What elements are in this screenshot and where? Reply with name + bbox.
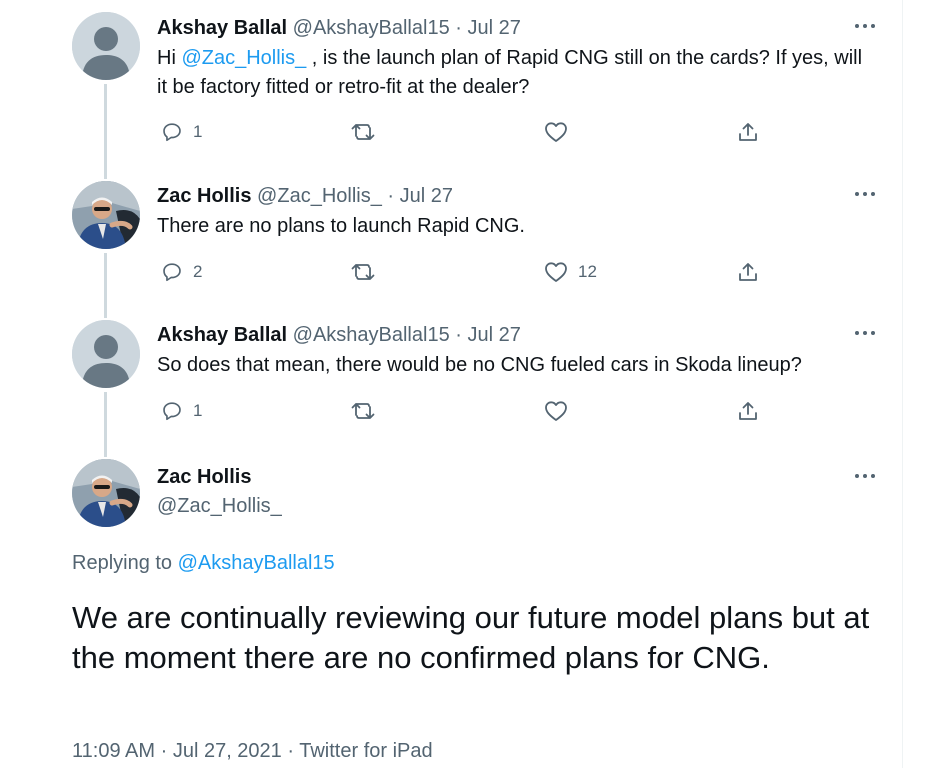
tweet-text: There are no plans to launch Rapid CNG. [157,215,525,237]
heart-icon [544,400,568,422]
more-horizontal-icon[interactable] [852,16,878,36]
avatar[interactable] [72,181,140,249]
mention-link[interactable]: @Zac_Hollis_ [181,47,306,69]
tweet-header: Zac Hollis @Zac_Hollis_ · Jul 27 [157,184,453,208]
tweet-header: Zac Hollis @Zac_Hollis_ [157,465,282,518]
author-name[interactable]: Akshay Ballal [157,324,287,346]
heart-icon [544,121,568,143]
reply-bubble-icon [161,121,183,143]
like-count: 12 [578,262,597,281]
tweet-actions: 1 [157,396,777,426]
tweet-text: We are continually reviewing our future … [72,600,870,675]
tweet-thread: Akshay Ballal @AkshayBallal15 · Jul 27 H… [0,0,945,768]
separator-dot: · [455,324,462,346]
retweet-icon [351,261,375,283]
tweet-date[interactable]: Jul 27, 2021 [173,740,282,762]
replying-to-label: Replying to [72,552,178,574]
mention-link[interactable]: @AkshayBallal15 [178,552,335,574]
tweet-metadata: 11:09 AM · Jul 27, 2021 · Twitter for iP… [72,740,433,763]
author-handle[interactable]: @Zac_Hollis_ [257,185,382,207]
share-button[interactable] [737,396,759,426]
separator-dot: · [160,740,168,762]
retweet-icon [351,121,375,143]
reply-button[interactable]: 2 [161,257,202,287]
tweet-text: Hi @Zac_Hollis_ , is the launch plan of … [157,44,877,102]
replying-to: Replying to @AkshayBallal15 [72,552,335,575]
separator-dot: · [455,17,462,39]
retweet-button[interactable] [351,257,385,287]
tweet-time[interactable]: 11:09 AM [72,740,155,762]
tweet-header: Akshay Ballal @AkshayBallal15 · Jul 27 [157,323,521,347]
author-handle[interactable]: @AkshayBallal15 [293,324,450,346]
default-avatar-icon[interactable] [72,12,140,80]
share-button[interactable] [737,257,759,287]
reply-count: 1 [193,122,203,141]
thread-connector [104,253,107,318]
reply-button[interactable]: 1 [161,117,202,147]
tweet-actions: 1 [157,117,777,147]
share-upload-icon [737,121,759,143]
tweet-actions: 2 12 [157,257,777,287]
tweet-date[interactable]: Jul 27 [400,185,453,207]
separator-dot: · [287,740,295,762]
avatar[interactable] [72,459,140,527]
reply-bubble-icon [161,400,183,422]
author-handle[interactable]: @AkshayBallal15 [293,17,450,39]
share-upload-icon [737,400,759,422]
separator-dot: · [387,185,395,207]
share-button[interactable] [737,117,759,147]
timeline-border [902,0,903,768]
more-horizontal-icon[interactable] [852,466,878,486]
thread-connector [104,392,107,457]
retweet-button[interactable] [351,396,385,426]
default-avatar-icon[interactable] [72,320,140,388]
retweet-button[interactable] [351,117,385,147]
reply-count: 2 [193,262,203,281]
like-button[interactable]: 12 [544,257,597,287]
reply-button[interactable]: 1 [161,396,202,426]
reply-bubble-icon [161,261,183,283]
author-name[interactable]: Zac Hollis [157,185,251,207]
more-horizontal-icon[interactable] [852,184,878,204]
heart-icon [544,261,568,283]
tweet-header: Akshay Ballal @AkshayBallal15 · Jul 27 [157,16,521,40]
retweet-icon [351,400,375,422]
tweet-text-part: Hi [157,47,182,69]
author-name[interactable]: Akshay Ballal [157,17,287,39]
like-button[interactable] [544,117,578,147]
share-upload-icon [737,261,759,283]
reply-count: 1 [193,401,203,420]
author-name[interactable]: Zac Hollis [157,465,282,489]
tweet-source[interactable]: Twitter for iPad [299,740,432,762]
more-horizontal-icon[interactable] [852,323,878,343]
tweet-date[interactable]: Jul 27 [468,324,521,346]
author-handle[interactable]: @Zac_Hollis_ [157,494,282,518]
tweet-text: So does that mean, there would be no CNG… [157,354,802,376]
tweet-date[interactable]: Jul 27 [468,17,521,39]
thread-connector [104,84,107,179]
like-button[interactable] [544,396,578,426]
